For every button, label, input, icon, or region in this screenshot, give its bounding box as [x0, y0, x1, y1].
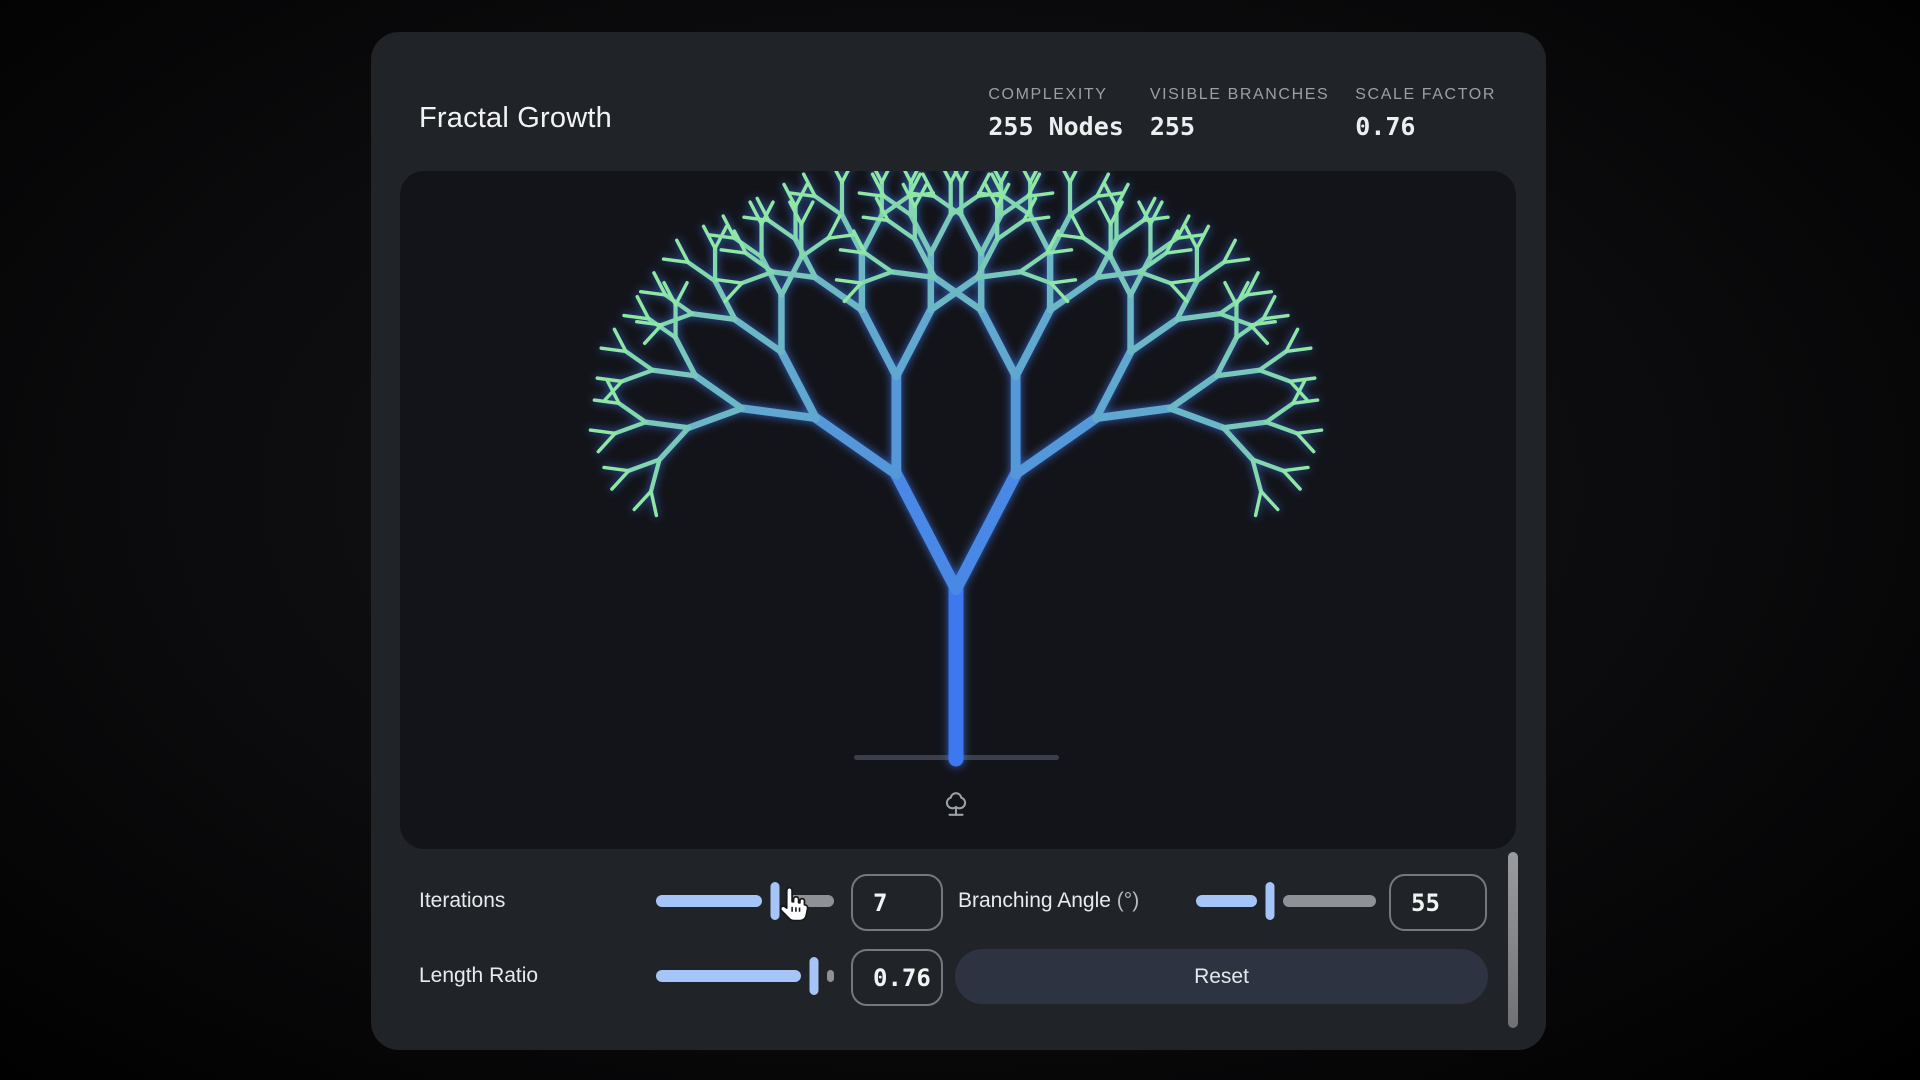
branching-angle-label: Branching Angle (°) — [958, 889, 1139, 913]
stat-value: 255 — [1150, 112, 1329, 141]
stat-label: SCALE FACTOR — [1355, 86, 1496, 104]
iterations-slider[interactable] — [656, 878, 834, 924]
branching-angle-unit: (°) — [1117, 889, 1139, 912]
stat-value: 255 Nodes — [988, 112, 1123, 141]
length-ratio-value-input[interactable]: 0.76 — [851, 949, 943, 1006]
branching-angle-slider[interactable] — [1196, 878, 1376, 924]
page-title: Fractal Growth — [419, 102, 612, 135]
stat-complexity: COMPLEXITY 255 Nodes — [988, 86, 1123, 141]
slider-track[interactable] — [1283, 895, 1376, 907]
stat-visible-branches: VISIBLE BRANCHES 255 — [1150, 86, 1329, 141]
stat-label: VISIBLE BRANCHES — [1150, 86, 1329, 104]
slider-thumb[interactable] — [767, 878, 784, 924]
slider-thumb[interactable] — [805, 953, 822, 999]
branching-angle-label-text: Branching Angle — [958, 889, 1111, 912]
stat-value: 0.76 — [1355, 112, 1496, 141]
stat-label: COMPLEXITY — [988, 86, 1123, 104]
stat-scale-factor: SCALE FACTOR 0.76 — [1355, 86, 1496, 141]
slider-track[interactable] — [827, 970, 834, 982]
iterations-label: Iterations — [419, 889, 505, 913]
branching-angle-value-input[interactable]: 55 — [1389, 874, 1487, 931]
slider-fill[interactable] — [656, 895, 762, 907]
scrollbar-thumb[interactable] — [1508, 852, 1518, 1028]
iterations-value-input[interactable]: 7 — [851, 874, 943, 931]
fractal-growth-panel: Fractal Growth COMPLEXITY 255 Nodes VISI… — [371, 32, 1546, 1050]
slider-fill[interactable] — [656, 970, 801, 982]
slider-fill[interactable] — [1196, 895, 1257, 907]
length-ratio-slider[interactable] — [656, 953, 834, 999]
stats-bar: COMPLEXITY 255 Nodes VISIBLE BRANCHES 25… — [988, 86, 1496, 141]
fractal-canvas — [400, 171, 1516, 849]
fractal-tree — [400, 171, 1516, 849]
length-ratio-label: Length Ratio — [419, 964, 538, 988]
slider-track[interactable] — [788, 895, 834, 907]
reset-button[interactable]: Reset — [955, 949, 1488, 1004]
tree-icon — [939, 788, 973, 822]
slider-thumb[interactable] — [1261, 878, 1278, 924]
